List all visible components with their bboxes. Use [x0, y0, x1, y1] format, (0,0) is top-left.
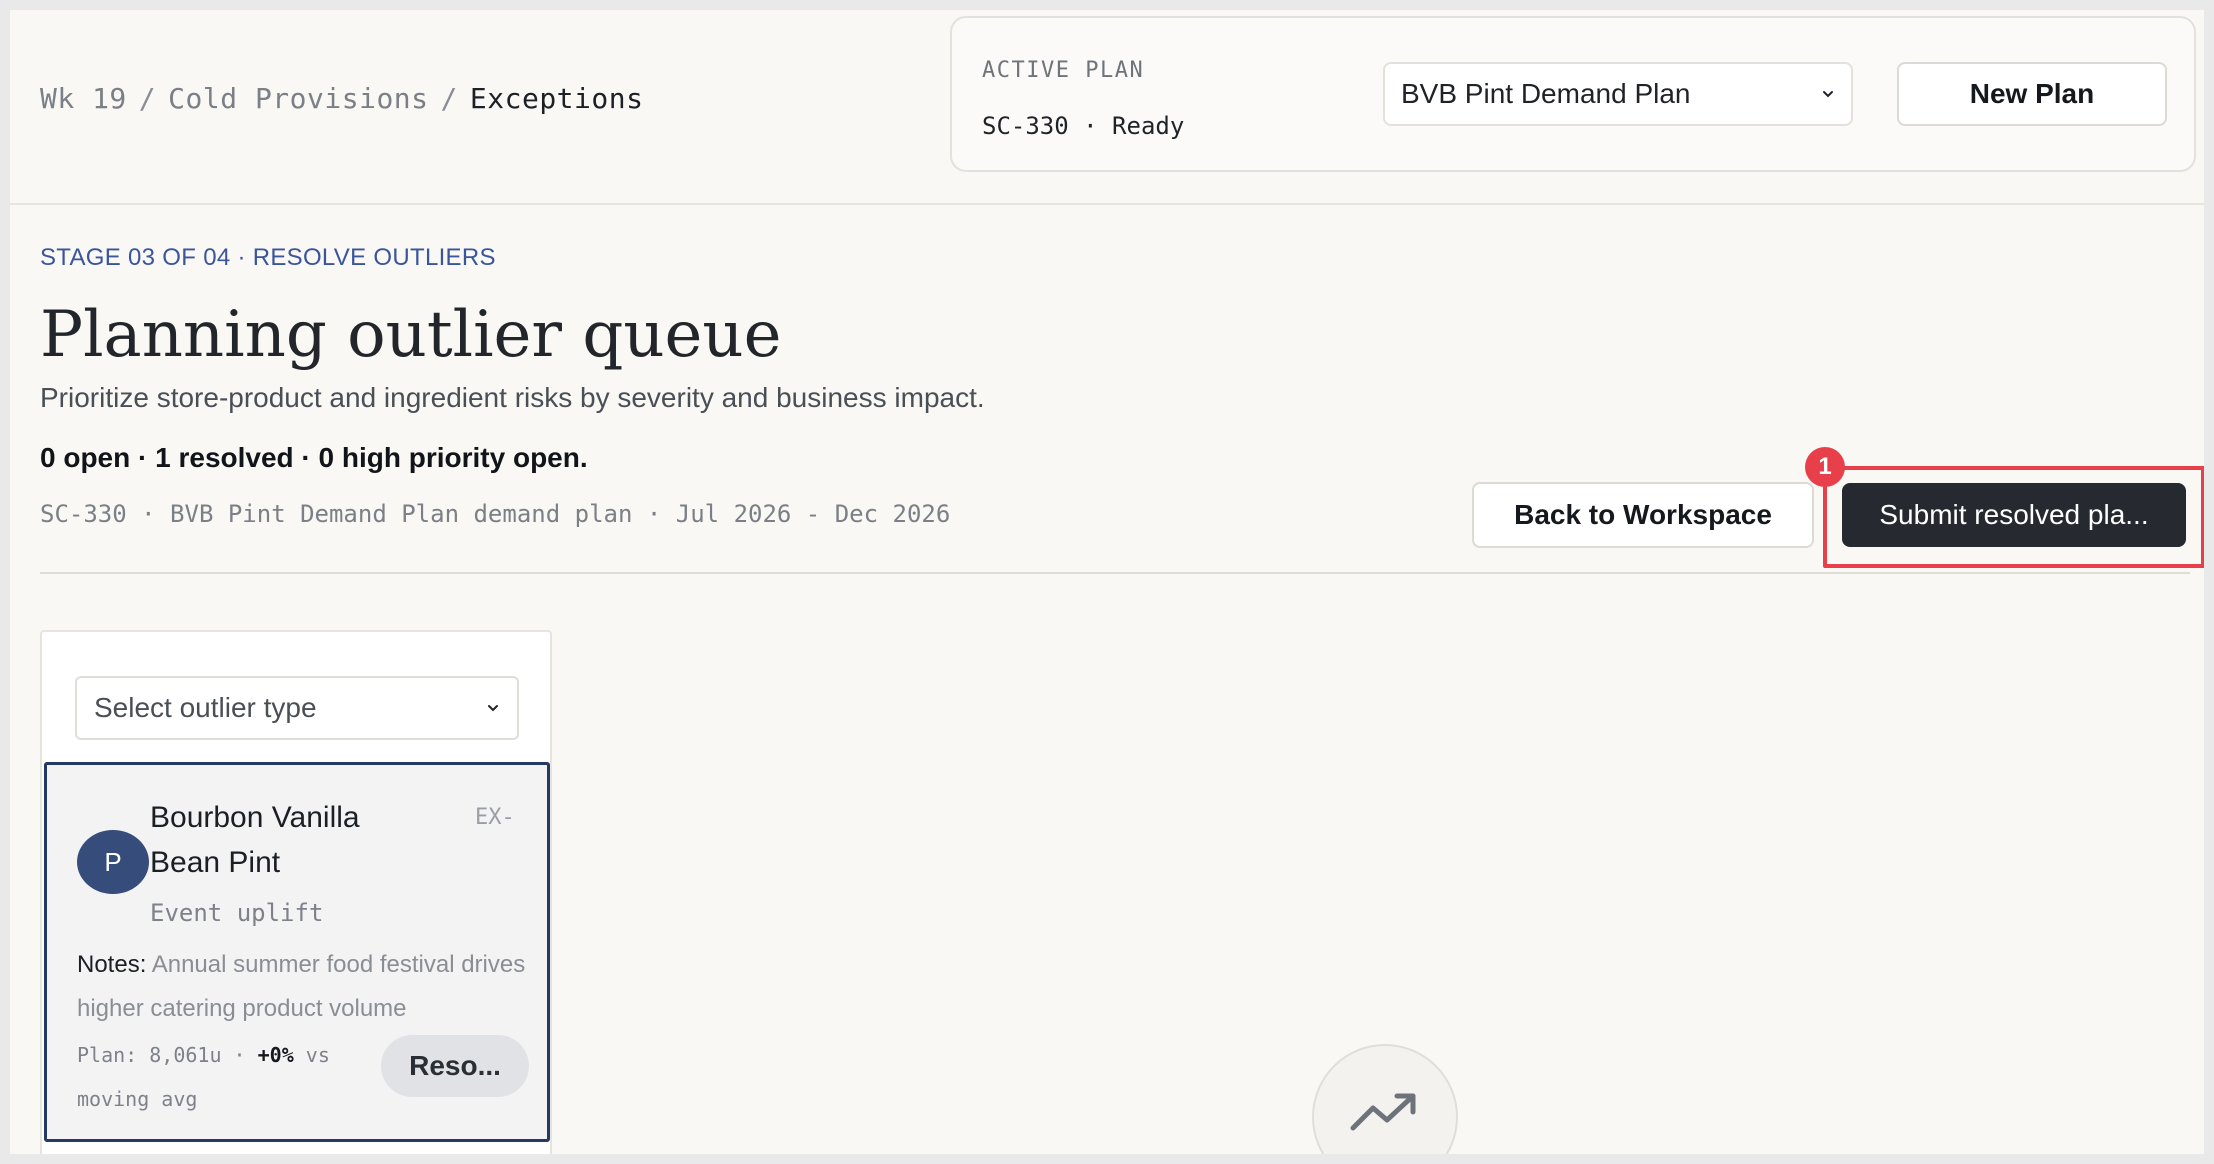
outlier-list-panel: Select outlier type P Bourbon Vanilla Be… — [40, 630, 552, 1154]
resolve-button[interactable]: Reso... — [381, 1035, 529, 1097]
outlier-id: EX- — [475, 805, 515, 830]
outlier-type-select-placeholder: Select outlier type — [94, 692, 317, 723]
section-divider — [40, 572, 2190, 574]
back-to-workspace-button[interactable]: Back to Workspace — [1472, 482, 1814, 548]
plan-select-value: BVB Pint Demand Plan — [1401, 78, 1691, 109]
breadcrumb-week[interactable]: Wk 19 — [40, 82, 127, 115]
plan-prefix: Plan: 8,061u · — [77, 1043, 246, 1067]
notes-label: Notes: — [77, 951, 147, 978]
breadcrumb-separator: / — [138, 82, 157, 115]
trending-up-icon — [1350, 1093, 1416, 1131]
app-window: Wk 19 / Cold Provisions / Exceptions ACTIVE … — [10, 10, 2204, 1154]
outlier-type: Event uplift — [150, 899, 324, 927]
plan-change: +0% — [257, 1043, 294, 1067]
active-plan-status: SC-330 · Ready — [982, 112, 1185, 140]
active-plan-label: ACTIVE PLAN — [982, 58, 1145, 83]
new-plan-button[interactable]: New Plan — [1897, 62, 2167, 126]
plan-select[interactable]: BVB Pint Demand Plan — [1383, 62, 1853, 126]
chevron-down-icon — [488, 705, 498, 712]
outlier-notes: Notes: Annual summer food festival drive… — [77, 943, 537, 1031]
annotation-highlight-box — [1823, 466, 2204, 568]
page-subtitle: Prioritize store-product and ingredient … — [40, 382, 985, 413]
outlier-product-name: Bourbon Vanilla Bean Pint — [150, 801, 360, 879]
outlier-card[interactable]: P Bourbon Vanilla Bean Pint EX- Event up… — [44, 762, 550, 1142]
plan-meta: SC-330 · BVB Pint Demand Plan demand pla… — [40, 500, 951, 528]
breadcrumb-current: Exceptions — [469, 82, 644, 115]
stage-label: STAGE 03 OF 04 · RESOLVE OUTLIERS — [40, 244, 496, 271]
active-plan-card: ACTIVE PLAN SC-330 · Ready BVB Pint Dema… — [950, 16, 2196, 172]
breadcrumb: Wk 19 / Cold Provisions / Exceptions — [40, 82, 643, 115]
outlier-type-select[interactable]: Select outlier type — [75, 676, 519, 740]
breadcrumb-separator: / — [440, 82, 458, 115]
top-bar: Wk 19 / Cold Provisions / Exceptions ACTIVE … — [10, 10, 2204, 205]
outlier-plan-summary: Plan: 8,061u · +0% vs moving avg — [77, 1033, 367, 1121]
empty-state-badge — [1312, 1044, 1458, 1154]
chevron-down-icon — [1823, 91, 1833, 98]
breadcrumb-category[interactable]: Cold Provisions — [168, 82, 428, 115]
avatar: P — [77, 830, 149, 894]
queue-counts: 0 open · 1 resolved · 0 high priority op… — [40, 442, 588, 473]
annotation-marker: 1 — [1805, 447, 1845, 487]
page-title: Planning outlier queue — [40, 298, 782, 372]
